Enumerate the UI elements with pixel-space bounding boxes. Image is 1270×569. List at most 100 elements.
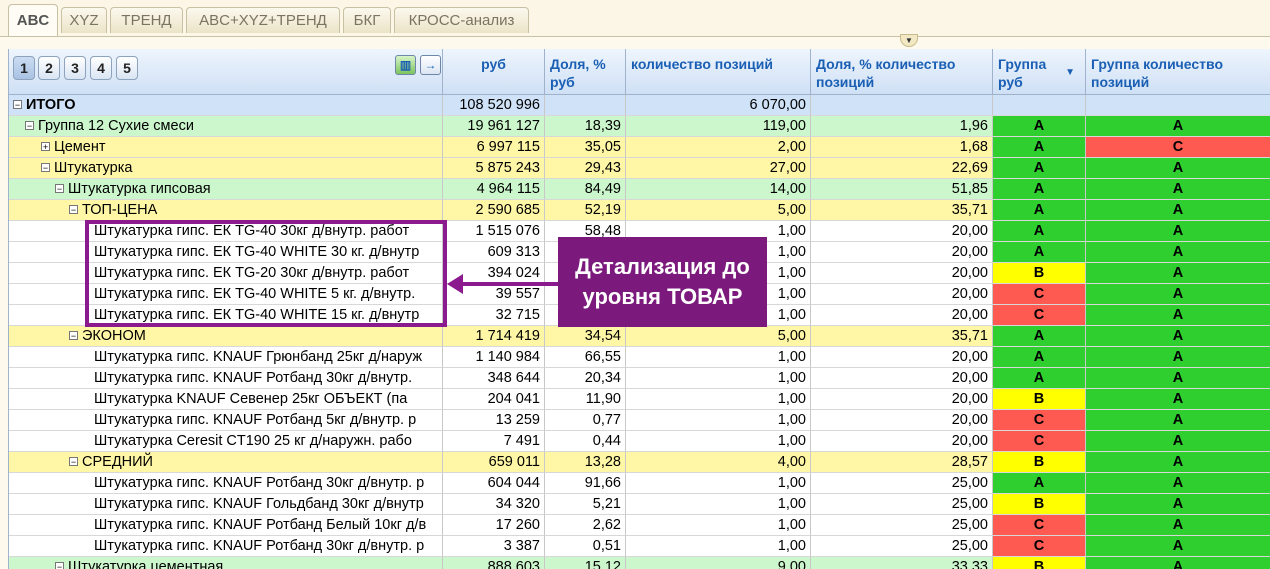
col-header-group-rub[interactable]: Группа руб ▼ — [993, 49, 1086, 94]
splitter[interactable] — [8, 37, 1270, 49]
group-qty-cell: A — [1086, 242, 1270, 263]
table-row[interactable]: Штукатурка гипс. KNAUF Ротбанд 30кг д/вн… — [9, 368, 1270, 389]
collapse-toggle-icon[interactable]: − — [69, 205, 78, 215]
qty-cell: 14,00 — [626, 179, 811, 200]
share_rub-cell: 0,44 — [545, 431, 626, 452]
row-label: Штукатурка гипс. KNAUF Грюнбанд 25кг д/н… — [94, 349, 423, 365]
share_qty-cell: 20,00 — [811, 389, 993, 410]
col-header-qty[interactable]: количество позиций — [626, 49, 811, 94]
group-qty-cell: A — [1086, 494, 1270, 515]
share_qty-cell: 20,00 — [811, 242, 993, 263]
row-label-cell: + Цемент — [9, 137, 443, 158]
rub-cell: 34 320 — [443, 494, 545, 515]
table-row[interactable]: Штукатурка гипс. KNAUF Ротбанд 30кг д/вн… — [9, 473, 1270, 494]
group-qty-cell: A — [1086, 389, 1270, 410]
group-qty-cell: A — [1086, 473, 1270, 494]
group-qty-cell: A — [1086, 179, 1270, 200]
rub-cell: 4 964 115 — [443, 179, 545, 200]
group-rub-cell — [993, 95, 1086, 116]
qty-cell: 1,00 — [626, 473, 811, 494]
table-row[interactable]: Штукатурка гипс. KNAUF Ротбанд 5кг д/вну… — [9, 410, 1270, 431]
collapse-toggle-icon[interactable]: − — [13, 100, 22, 110]
row-label: ЭКОНОМ — [82, 328, 146, 344]
table-row[interactable]: − ИТОГО 108 520 996 6 070,00 — [9, 95, 1270, 116]
collapse-toggle-icon[interactable]: − — [25, 121, 34, 131]
table-row[interactable]: − Штукатурка гипсовая 4 964 115 84,49 14,00 5… — [9, 179, 1270, 200]
level-button-3[interactable]: 3 — [64, 56, 86, 80]
table-row[interactable]: − ЭКОНОМ 1 714 419 34,54 5,00 35,71 A A — [9, 326, 1270, 347]
rub-cell: 17 260 — [443, 515, 545, 536]
share_qty-cell: 51,85 — [811, 179, 993, 200]
share_qty-cell: 25,00 — [811, 473, 993, 494]
tab-trend[interactable]: ТРЕНД — [110, 7, 183, 33]
share_qty-cell: 20,00 — [811, 284, 993, 305]
table-row[interactable]: Штукатурка Ceresit CT190 25 кг д/наружн.… — [9, 431, 1270, 452]
table-row[interactable]: Штукатурка гипс. KNAUF Грюнбанд 25кг д/н… — [9, 347, 1270, 368]
col-header-rub[interactable]: руб — [443, 49, 545, 94]
share_rub-cell: 0,51 — [545, 536, 626, 557]
rub-cell: 1 140 984 — [443, 347, 545, 368]
row-label-cell: Штукатурка гипс. ЕК TG-20 30кг д/внутр. … — [9, 263, 443, 284]
row-label-cell: − ИТОГО — [9, 95, 443, 116]
table-row[interactable]: Штукатурка гипс. KNAUF Ротбанд Белый 10к… — [9, 515, 1270, 536]
row-label: Цемент — [54, 139, 106, 155]
table-row[interactable]: Штукатурка KNAUF Севенер 25кг ОБЪЕКТ (па… — [9, 389, 1270, 410]
tab-bkg[interactable]: БКГ — [343, 7, 391, 33]
table-row[interactable]: − Штукатурка 5 875 243 29,43 27,00 22,69 A A — [9, 158, 1270, 179]
table-row[interactable]: − Штукатурка цементная 888 603 15,12 9,00 33,… — [9, 557, 1270, 569]
collapse-toggle-icon[interactable]: − — [55, 562, 64, 569]
group-qty-cell: A — [1086, 431, 1270, 452]
share_rub-cell: 29,43 — [545, 158, 626, 179]
share_qty-cell: 20,00 — [811, 263, 993, 284]
sort-desc-icon[interactable]: ▼ — [1065, 64, 1075, 82]
level-button-4[interactable]: 4 — [90, 56, 112, 80]
rub-cell: 609 313 — [443, 242, 545, 263]
col-header-group-rub-label: Группа руб — [998, 56, 1047, 90]
level-button-5[interactable]: 5 — [116, 56, 138, 80]
expand-icon[interactable]: + — [41, 142, 50, 152]
col-header-share-rub[interactable]: Доля, % руб — [545, 49, 626, 94]
row-label: Штукатурка — [54, 160, 133, 176]
qty-cell: 1,00 — [626, 515, 811, 536]
collapse-toggle-icon[interactable]: − — [69, 331, 78, 341]
col-header-group-qty[interactable]: Группа количество позиций — [1086, 49, 1270, 94]
rub-cell: 659 011 — [443, 452, 545, 473]
row-label-cell: Штукатурка гипс. KNAUF Ротбанд 5кг д/вну… — [9, 410, 443, 431]
share_qty-cell: 20,00 — [811, 431, 993, 452]
row-label: Штукатурка гипс. ЕК TG-40 WHITE 15 кг. д… — [94, 307, 420, 323]
group-rub-cell: A — [993, 158, 1086, 179]
arrow-right-icon[interactable]: → — [420, 55, 441, 75]
row-label: Штукатурка гипс. ЕК TG-40 WHITE 5 кг. д/… — [94, 286, 416, 302]
table-row[interactable]: Штукатурка гипс. KNAUF Гольдбанд 30кг д/… — [9, 494, 1270, 515]
row-label: ИТОГО — [26, 97, 76, 113]
group-rub-cell: A — [993, 137, 1086, 158]
qty-cell: 5,00 — [626, 200, 811, 221]
rub-cell: 1 515 076 — [443, 221, 545, 242]
collapse-toggle-icon[interactable]: − — [69, 457, 78, 467]
row-label-cell: − Штукатурка — [9, 158, 443, 179]
row-label-cell: − СРЕДНИЙ — [9, 452, 443, 473]
share_rub-cell: 0,77 — [545, 410, 626, 431]
table-row[interactable]: Штукатурка гипс. KNAUF Ротбанд 30кг д/вн… — [9, 536, 1270, 557]
group-rub-cell: C — [993, 305, 1086, 326]
column-chooser-icon[interactable]: ▥ — [395, 55, 416, 75]
table-row[interactable]: + Цемент 6 997 115 35,05 2,00 1,68 A C — [9, 137, 1270, 158]
share_qty-cell: 28,57 — [811, 452, 993, 473]
tab-abc[interactable]: ABC — [8, 4, 58, 37]
collapse-toggle-icon[interactable]: − — [55, 184, 64, 194]
level-button-1[interactable]: 1 — [13, 56, 35, 80]
tab-xyz[interactable]: XYZ — [61, 7, 107, 33]
tab-abc-xyz-trend[interactable]: ABC+XYZ+ТРЕНД — [186, 7, 340, 33]
table-row[interactable]: − СРЕДНИЙ 659 011 13,28 4,00 28,57 B A — [9, 452, 1270, 473]
share_rub-cell: 15,12 — [545, 557, 626, 569]
col-header-share-qty[interactable]: Доля, % количество позиций — [811, 49, 993, 94]
qty-cell: 27,00 — [626, 158, 811, 179]
tab-cross-analysis[interactable]: КРОСС-анализ — [394, 7, 529, 33]
row-label-cell: Штукатурка гипс. KNAUF Грюнбанд 25кг д/н… — [9, 347, 443, 368]
level-button-2[interactable]: 2 — [38, 56, 60, 80]
table-row[interactable]: − ТОП-ЦЕНА 2 590 685 52,19 5,00 35,71 A A — [9, 200, 1270, 221]
group-rub-cell: A — [993, 221, 1086, 242]
collapse-toggle-icon[interactable]: − — [41, 163, 50, 173]
row-label: СРЕДНИЙ — [82, 454, 153, 470]
table-row[interactable]: − Группа 12 Сухие смеси 19 961 127 18,39 119… — [9, 116, 1270, 137]
